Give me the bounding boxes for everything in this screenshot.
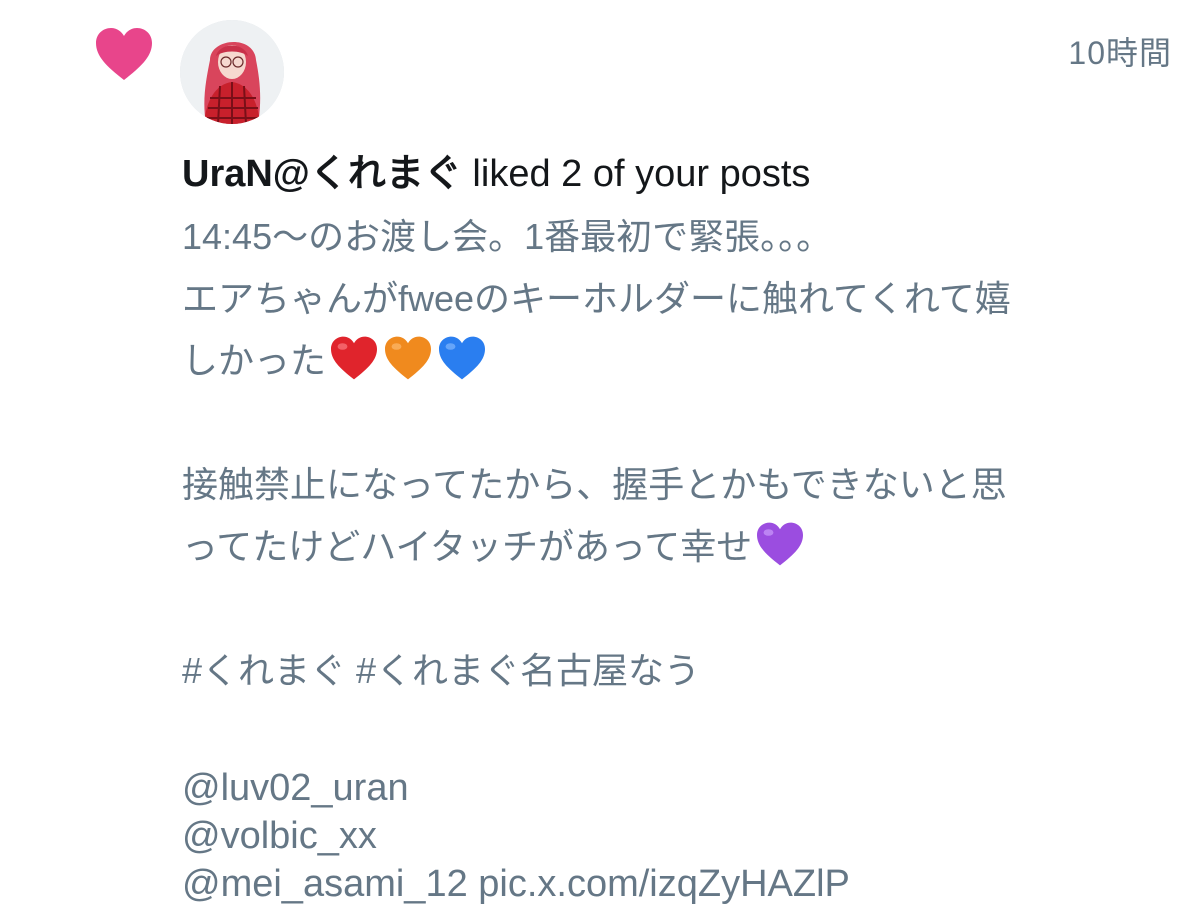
- notification-headline: UraN@くれまぐ liked 2 of your posts: [182, 150, 1182, 198]
- post-line: しかった: [182, 330, 1182, 392]
- notification-content: UraN@くれまぐ liked 2 of your posts 14:45〜のお…: [182, 150, 1182, 908]
- post-line: ってたけどハイタッチがあって幸せ: [182, 516, 1182, 578]
- mention-link[interactable]: @luv02_uran: [182, 764, 1182, 812]
- post-spacer: [182, 392, 1182, 454]
- red-heart-emoji-icon: [331, 336, 378, 380]
- avatar-image: [180, 20, 284, 124]
- post-line: エアちゃんがfweeのキーホルダーに触れてくれて嬉: [182, 278, 1011, 319]
- post-line-text: しかった: [182, 340, 327, 381]
- like-notification[interactable]: 10時間 UraN@くれまぐ liked 2 of your posts 14:…: [0, 0, 1200, 924]
- action-text: liked 2 of your posts: [461, 153, 811, 195]
- avatar[interactable]: [180, 20, 284, 124]
- blue-heart-emoji-icon: [439, 336, 486, 380]
- post-spacer: [182, 702, 1182, 764]
- post-hashtags[interactable]: #くれまぐ #くれまぐ名古屋なう: [182, 640, 1182, 702]
- user-name-link[interactable]: UraN@くれまぐ: [182, 153, 462, 195]
- timestamp: 10時間: [1068, 35, 1172, 71]
- post-spacer: [182, 578, 1182, 640]
- post-line-text: ってたけどハイタッチがあって幸せ: [182, 526, 753, 567]
- heart-icon: [96, 28, 152, 80]
- purple-heart-emoji-icon: [757, 522, 804, 566]
- post-mentions: @luv02_uran @volbic_xx @mei_asami_12 pic…: [182, 764, 1182, 908]
- post-line: 14:45〜のお渡し会。1番最初で緊張。。。: [182, 216, 833, 257]
- mention-link[interactable]: @volbic_xx: [182, 812, 1182, 860]
- post-line: 接触禁止になってたから、握手とかもできないと思: [182, 464, 1007, 505]
- mention-link[interactable]: @mei_asami_12 pic.x.com/izqZyHAZlP: [182, 860, 1182, 908]
- post-text[interactable]: 14:45〜のお渡し会。1番最初で緊張。。。 エアちゃんがfweeのキーホルダー…: [182, 206, 1182, 764]
- orange-heart-emoji-icon: [385, 336, 432, 380]
